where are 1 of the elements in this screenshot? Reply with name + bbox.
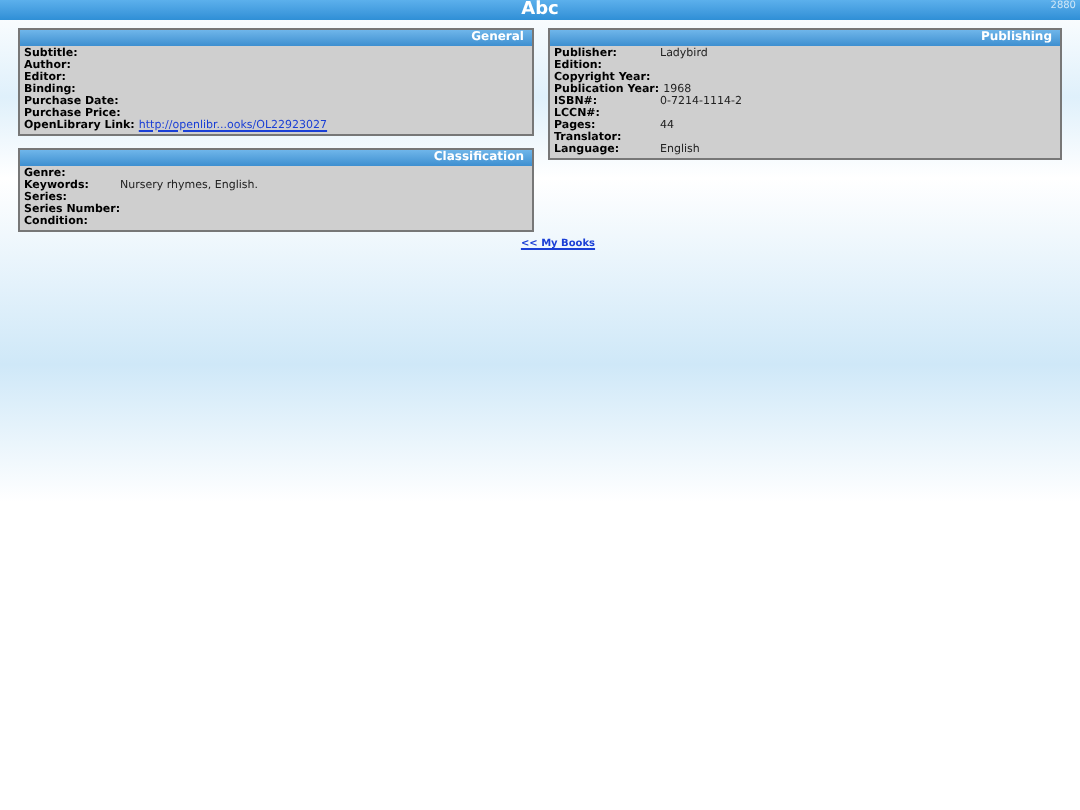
page-title: Abc (521, 0, 559, 20)
